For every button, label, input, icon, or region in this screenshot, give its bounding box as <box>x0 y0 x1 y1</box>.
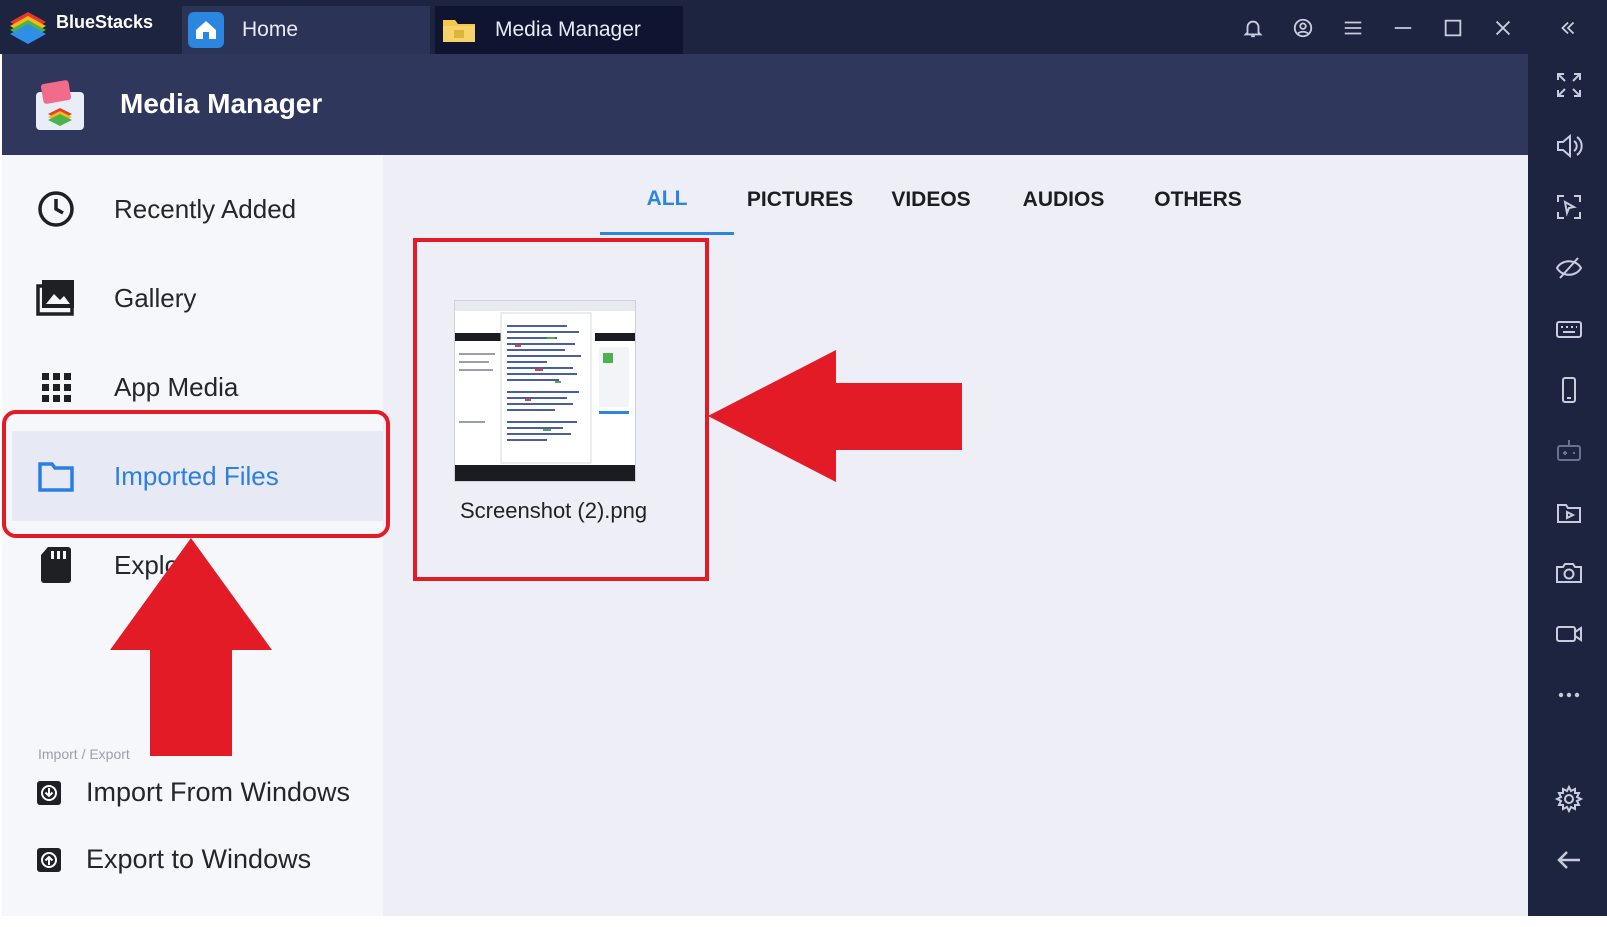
gamepad-icon[interactable] <box>1554 436 1584 466</box>
menu-button[interactable] <box>1328 12 1378 44</box>
export-icon <box>37 847 61 872</box>
double-chevron-left-icon <box>1560 21 1574 35</box>
highlight-box-file <box>413 238 709 581</box>
tab-others[interactable]: OTHERS <box>1131 165 1265 235</box>
minimize-icon <box>1394 27 1412 29</box>
brand: BlueStacks <box>8 8 153 44</box>
close-button[interactable] <box>1478 12 1528 44</box>
sd-card-icon <box>41 547 71 583</box>
page-title: Media Manager <box>120 88 323 119</box>
maximize-button[interactable] <box>1428 12 1478 44</box>
tab-home[interactable]: Home <box>182 6 430 54</box>
bluestacks-window: BlueStacks Home Media Manager Media Mana… <box>0 0 1607 927</box>
phone-icon[interactable] <box>1554 375 1584 405</box>
filter-tabs: ALL PICTURES VIDEOS AUDIOS OTHERS <box>600 165 1265 235</box>
notifications-button[interactable] <box>1228 12 1278 44</box>
minimize-button[interactable] <box>1378 12 1428 44</box>
close-icon <box>1495 20 1511 36</box>
app-header: Media Manager <box>2 54 1528 155</box>
back-arrow-icon[interactable] <box>1554 845 1584 875</box>
highlight-box-imported-files <box>2 410 390 538</box>
sidebar-item-label: Recently Added <box>114 193 297 224</box>
bell-icon <box>1243 20 1263 38</box>
import-label: Import From Windows <box>86 777 351 807</box>
media-folder-icon[interactable] <box>1554 497 1584 527</box>
account-icon <box>1293 18 1313 38</box>
tab-media-label: Media Manager <box>495 18 641 41</box>
volume-icon[interactable] <box>1554 131 1584 161</box>
title-bar: BlueStacks Home Media Manager <box>0 0 1607 54</box>
sidebar-item-label: App Media <box>114 371 239 402</box>
home-icon <box>188 12 224 48</box>
tab-pictures[interactable]: PICTURES <box>734 165 866 235</box>
up-arrow-annotation-icon <box>110 538 272 756</box>
import-icon <box>37 780 61 805</box>
window-controls <box>1228 12 1607 44</box>
account-button[interactable] <box>1278 12 1328 44</box>
eye-off-icon[interactable] <box>1554 253 1584 283</box>
tab-videos[interactable]: VIDEOS <box>866 165 996 235</box>
settings-icon[interactable] <box>1554 784 1584 814</box>
keyboard-icon[interactable] <box>1554 314 1584 344</box>
tab-audios[interactable]: AUDIOS <box>996 165 1131 235</box>
camera-icon[interactable] <box>1554 558 1584 588</box>
left-arrow-annotation-icon <box>708 350 962 482</box>
folder-icon <box>443 20 475 42</box>
pointer-lock-icon[interactable] <box>1554 192 1584 222</box>
tab-home-label: Home <box>242 18 299 41</box>
right-toolbar <box>1528 54 1607 916</box>
brand-name: BlueStacks <box>56 11 154 32</box>
clock-icon <box>38 191 74 227</box>
import-from-windows-button[interactable]: Import From Windows <box>36 777 350 808</box>
tab-all[interactable]: ALL <box>600 165 734 235</box>
maximize-icon <box>1444 19 1462 37</box>
fullscreen-icon[interactable] <box>1554 70 1584 100</box>
tab-media-manager[interactable]: Media Manager <box>435 6 683 54</box>
gallery-icon <box>36 280 74 316</box>
video-record-icon[interactable] <box>1554 619 1584 649</box>
media-manager-logo-icon <box>36 80 84 130</box>
sidebar-item-recently-added[interactable]: Recently Added <box>12 164 384 254</box>
export-label: Export to Windows <box>86 844 312 874</box>
export-to-windows-button[interactable]: Export to Windows <box>36 844 311 875</box>
sidebar-item-label: Gallery <box>114 282 197 313</box>
bottom-edge <box>0 916 1607 927</box>
more-icon[interactable] <box>1554 680 1584 710</box>
bluestacks-logo-icon <box>10 12 46 44</box>
sidebar-item-gallery[interactable]: Gallery <box>12 253 384 343</box>
grid-icon <box>42 373 71 402</box>
collapse-sidebar-button[interactable] <box>1528 12 1607 44</box>
hamburger-icon <box>1344 21 1362 35</box>
